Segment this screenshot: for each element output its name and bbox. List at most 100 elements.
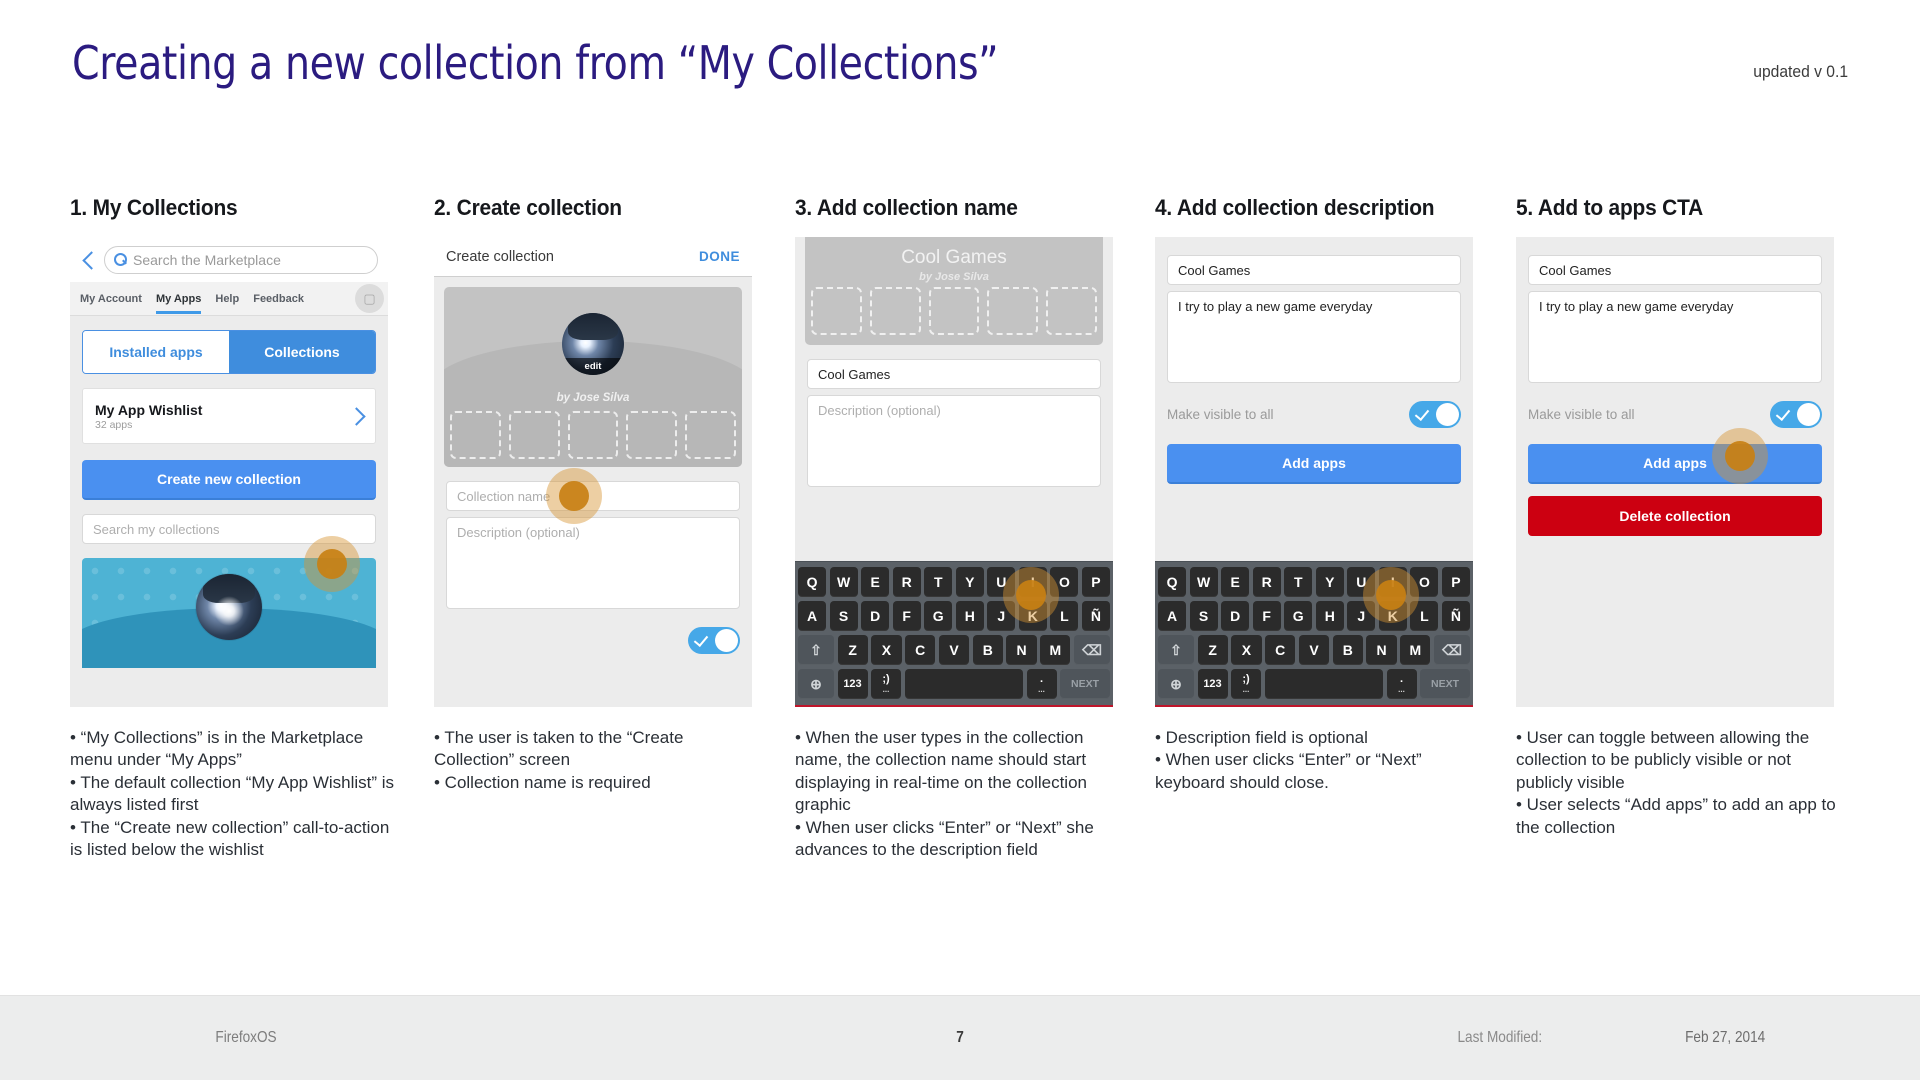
collection-description-input[interactable]: Description (optional)	[446, 517, 740, 609]
backspace-key[interactable]: ⌫	[1073, 635, 1110, 665]
delete-collection-button[interactable]: Delete collection	[1528, 496, 1822, 536]
key-c[interactable]: C	[1265, 635, 1296, 665]
key-t[interactable]: T	[924, 567, 953, 597]
key-o[interactable]: O	[1050, 567, 1079, 597]
shift-key[interactable]: ⇧	[1158, 635, 1195, 665]
key-v[interactable]: V	[1298, 635, 1330, 665]
tab-collections[interactable]: Collections	[229, 331, 375, 373]
key-y[interactable]: Y	[955, 567, 984, 597]
key-p[interactable]: P	[1081, 567, 1110, 597]
key-b[interactable]: B	[1332, 635, 1363, 665]
globe-icon[interactable]: ⊕	[798, 669, 834, 699]
nav-item-my-account[interactable]: My Account	[80, 293, 142, 305]
key-t[interactable]: T	[1284, 567, 1313, 597]
collection-name-input[interactable]: Cool Games	[807, 359, 1101, 389]
collection-name-input[interactable]: Collection name	[446, 481, 740, 511]
period-key[interactable]: . ...	[1026, 669, 1057, 699]
nav-item-my-apps[interactable]: My Apps	[155, 293, 202, 314]
cover-avatar[interactable]: edit	[562, 313, 624, 375]
key-m[interactable]: M	[1400, 635, 1431, 665]
globe-icon[interactable]: ⊕	[1158, 669, 1194, 699]
key-r[interactable]: R	[892, 567, 921, 597]
key-g[interactable]: G	[924, 601, 953, 631]
key-f[interactable]: F	[892, 601, 921, 631]
period-key[interactable]: . ...	[1386, 669, 1417, 699]
list-item-wishlist[interactable]: My App Wishlist 32 apps	[82, 388, 376, 444]
key-g[interactable]: G	[1284, 601, 1313, 631]
backspace-key[interactable]: ⌫	[1433, 635, 1470, 665]
search-input[interactable]: Search the Marketplace	[104, 245, 378, 274]
key-z[interactable]: Z	[837, 635, 868, 665]
numbers-key[interactable]: 123	[837, 669, 868, 699]
key-a[interactable]: A	[1158, 601, 1187, 631]
key-enye[interactable]: Ñ	[1081, 601, 1110, 631]
key-n[interactable]: N	[1366, 635, 1397, 665]
key-s[interactable]: S	[829, 601, 858, 631]
key-x[interactable]: X	[871, 635, 902, 665]
key-h[interactable]: H	[1315, 601, 1344, 631]
basket-button[interactable]: ▢	[355, 284, 384, 313]
key-y[interactable]: Y	[1315, 567, 1344, 597]
shift-key[interactable]: ⇧	[798, 635, 835, 665]
key-o[interactable]: O	[1410, 567, 1439, 597]
key-i[interactable]: I	[1018, 567, 1047, 597]
key-s[interactable]: S	[1189, 601, 1218, 631]
key-u[interactable]: U	[987, 567, 1016, 597]
edit-badge[interactable]: edit	[562, 358, 624, 375]
key-e[interactable]: E	[1221, 567, 1250, 597]
key-l[interactable]: L	[1410, 601, 1439, 631]
key-k[interactable]: K	[1378, 601, 1407, 631]
key-r[interactable]: R	[1252, 567, 1281, 597]
key-q[interactable]: Q	[798, 567, 827, 597]
add-apps-button[interactable]: Add apps	[1167, 444, 1461, 484]
collection-name-input[interactable]: Cool Games	[1528, 255, 1822, 285]
next-key[interactable]: NEXT	[1060, 669, 1110, 699]
space-key[interactable]	[1264, 669, 1383, 699]
key-v[interactable]: V	[938, 635, 970, 665]
search-collections-input[interactable]: Search my collections	[82, 514, 376, 544]
key-z[interactable]: Z	[1197, 635, 1228, 665]
collection-description-input[interactable]: I try to play a new game everyday	[1528, 291, 1822, 383]
tab-installed-apps[interactable]: Installed apps	[83, 331, 229, 373]
space-key[interactable]	[904, 669, 1023, 699]
symbols-key[interactable]: ;) ...	[871, 669, 901, 699]
key-q[interactable]: Q	[1158, 567, 1187, 597]
key-f[interactable]: F	[1252, 601, 1281, 631]
numbers-key[interactable]: 123	[1197, 669, 1228, 699]
key-c[interactable]: C	[905, 635, 936, 665]
collection-description-input[interactable]: I try to play a new game everyday	[1167, 291, 1461, 383]
key-d[interactable]: D	[861, 601, 890, 631]
symbols-key[interactable]: ;) ...	[1231, 669, 1261, 699]
key-l[interactable]: L	[1050, 601, 1079, 631]
collection-description-input[interactable]: Description (optional)	[807, 395, 1101, 487]
back-chevron-icon[interactable]	[80, 252, 96, 268]
visibility-toggle[interactable]	[688, 627, 740, 654]
nav-item-feedback[interactable]: Feedback	[253, 293, 304, 305]
key-u[interactable]: U	[1347, 567, 1376, 597]
collection-hero-card[interactable]	[82, 558, 376, 668]
key-j[interactable]: J	[987, 601, 1016, 631]
key-j[interactable]: J	[1347, 601, 1376, 631]
key-i[interactable]: I	[1378, 567, 1407, 597]
key-n[interactable]: N	[1006, 635, 1037, 665]
add-apps-button[interactable]: Add apps	[1528, 444, 1822, 484]
create-new-collection-button[interactable]: Create new collection	[82, 460, 376, 500]
next-key[interactable]: NEXT	[1420, 669, 1470, 699]
key-x[interactable]: X	[1231, 635, 1262, 665]
key-enye[interactable]: Ñ	[1441, 601, 1470, 631]
key-d[interactable]: D	[1221, 601, 1250, 631]
key-m[interactable]: M	[1040, 635, 1071, 665]
key-k[interactable]: K	[1018, 601, 1047, 631]
key-p[interactable]: P	[1441, 567, 1470, 597]
visibility-toggle[interactable]	[1409, 401, 1461, 428]
nav-item-help[interactable]: Help	[215, 293, 239, 305]
key-w[interactable]: W	[829, 567, 858, 597]
key-e[interactable]: E	[861, 567, 890, 597]
key-b[interactable]: B	[972, 635, 1003, 665]
key-a[interactable]: A	[798, 601, 827, 631]
key-w[interactable]: W	[1189, 567, 1218, 597]
key-h[interactable]: H	[955, 601, 984, 631]
visibility-toggle[interactable]	[1770, 401, 1822, 428]
done-button[interactable]: DONE	[699, 249, 740, 264]
collection-name-input[interactable]: Cool Games	[1167, 255, 1461, 285]
